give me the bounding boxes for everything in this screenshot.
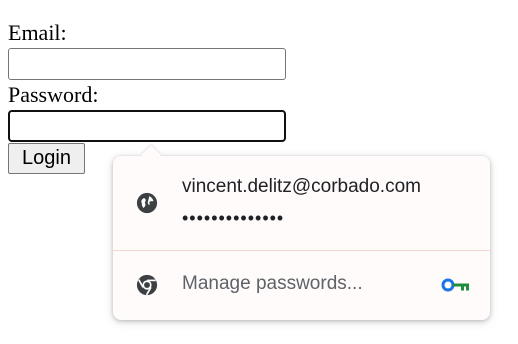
password-label: Password: [8, 82, 99, 107]
suggestion-password-mask: •••••••••••••• [182, 208, 285, 228]
manage-passwords-label: Manage passwords... [182, 273, 363, 294]
password-autofill-popup: vincent.delitz@corbado.com •••••••••••••… [113, 145, 490, 320]
credential-suggestion[interactable]: vincent.delitz@corbado.com •••••••••••••… [113, 156, 490, 250]
manage-passwords-item[interactable]: Manage passwords... [113, 251, 490, 320]
suggestion-username: vincent.delitz@corbado.com [182, 176, 421, 197]
globe-icon [136, 192, 158, 214]
key-icon [441, 278, 469, 292]
password-field[interactable] [8, 110, 286, 142]
chrome-icon [136, 274, 158, 296]
email-label: Email: [8, 20, 67, 45]
email-field[interactable] [8, 48, 286, 80]
login-button[interactable]: Login [8, 143, 85, 174]
